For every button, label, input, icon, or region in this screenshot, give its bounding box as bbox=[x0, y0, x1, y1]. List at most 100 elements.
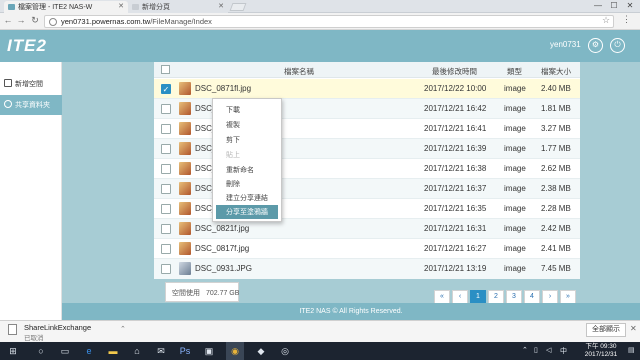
storage-usage: 空間使用 702.77 GB bbox=[165, 282, 239, 302]
tray-chevron-icon[interactable]: ⌃ bbox=[522, 346, 528, 354]
tab-label: 檔案管理 - ITE2 NAS-W bbox=[18, 4, 93, 11]
pagination-page-1[interactable]: 1 bbox=[470, 290, 486, 304]
mail-icon[interactable]: ✉ bbox=[152, 342, 170, 360]
sidebar-item-label: 新增空間 bbox=[15, 81, 43, 88]
row-checkbox[interactable] bbox=[161, 164, 171, 174]
row-checkbox[interactable] bbox=[161, 104, 171, 114]
menu-item-share-to-wall[interactable]: 分享至塗鴉牆 bbox=[216, 205, 278, 219]
notification-icon[interactable]: ▤ bbox=[628, 346, 635, 354]
file-explorer-icon[interactable]: ▬ bbox=[104, 342, 122, 360]
back-arrow-icon[interactable]: ← bbox=[2, 15, 14, 25]
clock-date: 2017/12/31 bbox=[584, 351, 618, 358]
menu-item-delete[interactable]: 刪除 bbox=[213, 177, 281, 191]
windows-start-icon[interactable]: ⊞ bbox=[4, 342, 22, 360]
file-icon bbox=[8, 324, 17, 335]
store-icon[interactable]: ⌂ bbox=[128, 342, 146, 360]
column-header-size[interactable]: 檔案大小 bbox=[541, 66, 571, 77]
image-thumbnail bbox=[179, 262, 191, 275]
row-checkbox[interactable] bbox=[161, 124, 171, 134]
menu-item-download[interactable]: 下載 bbox=[213, 103, 281, 117]
edge-browser-icon[interactable]: e bbox=[80, 342, 98, 360]
ime-icon[interactable]: 中 bbox=[560, 346, 567, 356]
browser-tab-active[interactable]: 檔案管理 - ITE2 NAS-W ✕ bbox=[4, 1, 128, 13]
pagination-page-4[interactable]: 4 bbox=[524, 290, 540, 304]
row-checkbox[interactable] bbox=[161, 224, 171, 234]
app-icon[interactable]: ◆ bbox=[252, 342, 270, 360]
download-bar bbox=[0, 320, 640, 342]
table-row[interactable]: DSC_0821f.jpg 2017/12/21 16:31 image 2.4… bbox=[154, 219, 580, 239]
row-checkbox[interactable]: ✓ bbox=[161, 84, 171, 94]
storage-value: 702.77 GB bbox=[205, 290, 240, 297]
clock-time: 下午 09:30 bbox=[585, 343, 617, 350]
table-row[interactable]: DSC_0931.JPG 2017/12/21 13:19 image 7.45… bbox=[154, 259, 580, 279]
network-icon[interactable]: ▯ bbox=[534, 346, 538, 354]
menu-item-rename[interactable]: 重新命名 bbox=[213, 163, 281, 177]
download-filename[interactable]: ShareLinkExchange bbox=[24, 323, 91, 332]
image-thumbnail bbox=[179, 122, 191, 135]
chevron-up-icon[interactable]: ⌃ bbox=[120, 325, 126, 333]
menu-item-copy[interactable]: 複製 bbox=[213, 118, 281, 132]
app-icon[interactable]: ◎ bbox=[276, 342, 294, 360]
sidebar-item-shared-folder[interactable]: 共享資料夾 bbox=[0, 95, 62, 115]
forward-arrow-icon[interactable]: → bbox=[15, 15, 27, 25]
file-name[interactable]: DSC_0821f.jpg bbox=[195, 224, 249, 233]
table-row[interactable]: DSC_0817f.jpg 2017/12/21 16:27 image 2.4… bbox=[154, 239, 580, 259]
table-row[interactable]: ✓ DSC_0871fl.jpg 2017/12/22 10:00 image … bbox=[154, 79, 580, 99]
close-download-bar-icon[interactable]: ✕ bbox=[630, 324, 637, 333]
username[interactable]: yen0731 bbox=[550, 40, 581, 49]
menu-item-cut[interactable]: 剪下 bbox=[213, 133, 281, 147]
menu-item-create-share-link[interactable]: 建立分享連結 bbox=[213, 191, 281, 205]
show-all-downloads-button[interactable]: 全部顯示 bbox=[586, 323, 626, 337]
settings-icon[interactable]: ⚙ bbox=[588, 38, 603, 53]
browser-tab-new[interactable]: 新增分頁 ✕ bbox=[128, 1, 228, 13]
close-window-button[interactable]: ✕ bbox=[622, 0, 638, 12]
row-checkbox[interactable] bbox=[161, 184, 171, 194]
file-size: 2.62 MB bbox=[541, 164, 571, 173]
tab-close-icon[interactable]: ✕ bbox=[218, 2, 224, 10]
file-name[interactable]: DSC_0871fl.jpg bbox=[195, 84, 251, 93]
pagination-last-button[interactable]: » bbox=[560, 290, 576, 304]
row-checkbox[interactable] bbox=[161, 144, 171, 154]
file-name[interactable]: DSC_0817f.jpg bbox=[195, 244, 249, 253]
pagination-next-button[interactable]: › bbox=[542, 290, 558, 304]
task-view-icon[interactable]: ▭ bbox=[56, 342, 74, 360]
info-icon[interactable] bbox=[49, 18, 57, 26]
maximize-button[interactable]: ☐ bbox=[606, 0, 622, 12]
file-modified: 2017/12/21 16:38 bbox=[424, 164, 487, 173]
row-checkbox[interactable] bbox=[161, 264, 171, 274]
file-name[interactable]: DSC_0931.JPG bbox=[195, 264, 252, 273]
menu-item-paste[interactable]: 貼上 bbox=[213, 148, 281, 162]
footer: ITE2 NAS © All Rights Reserved. bbox=[62, 303, 640, 320]
bookmark-star-icon[interactable]: ☆ bbox=[602, 15, 610, 26]
volume-icon[interactable]: ◁ bbox=[546, 346, 551, 354]
taskbar-clock[interactable]: 下午 09:30 2017/12/31 bbox=[578, 342, 624, 359]
column-header-modified[interactable]: 最後修改時間 bbox=[432, 66, 477, 77]
column-header-type[interactable]: 類型 bbox=[507, 66, 522, 77]
app-icon[interactable]: ▣ bbox=[200, 342, 218, 360]
new-tab-button[interactable] bbox=[229, 3, 247, 11]
row-checkbox[interactable] bbox=[161, 244, 171, 254]
pagination-first-button[interactable]: « bbox=[434, 290, 450, 304]
browser-menu-icon[interactable]: ⋮ bbox=[622, 14, 631, 25]
chrome-icon[interactable]: ◉ bbox=[226, 342, 244, 360]
file-size: 2.38 MB bbox=[541, 184, 571, 193]
column-header-name[interactable]: 檔案名稱 bbox=[284, 66, 314, 77]
file-type: image bbox=[504, 204, 526, 213]
tab-close-icon[interactable]: ✕ bbox=[118, 2, 124, 10]
pagination-page-3[interactable]: 3 bbox=[506, 290, 522, 304]
minimize-button[interactable]: — bbox=[590, 0, 606, 12]
row-checkbox[interactable] bbox=[161, 204, 171, 214]
sidebar-item-new-space[interactable]: 新增空間 bbox=[0, 74, 62, 94]
pagination-prev-button[interactable]: ‹ bbox=[452, 290, 468, 304]
app-header bbox=[0, 30, 640, 62]
reload-icon[interactable]: ↻ bbox=[29, 15, 41, 26]
logout-icon[interactable]: ⏻ bbox=[610, 38, 625, 53]
url-input[interactable]: yen0731.powernas.com.tw/FileManage/Index bbox=[44, 15, 614, 28]
file-modified: 2017/12/21 16:27 bbox=[424, 244, 487, 253]
file-type: image bbox=[504, 184, 526, 193]
tab-favicon-icon bbox=[8, 4, 15, 10]
pagination-page-2[interactable]: 2 bbox=[488, 290, 504, 304]
select-all-checkbox[interactable] bbox=[161, 65, 170, 74]
search-icon[interactable]: ○ bbox=[32, 342, 50, 360]
photoshop-icon[interactable]: Ps bbox=[176, 342, 194, 360]
